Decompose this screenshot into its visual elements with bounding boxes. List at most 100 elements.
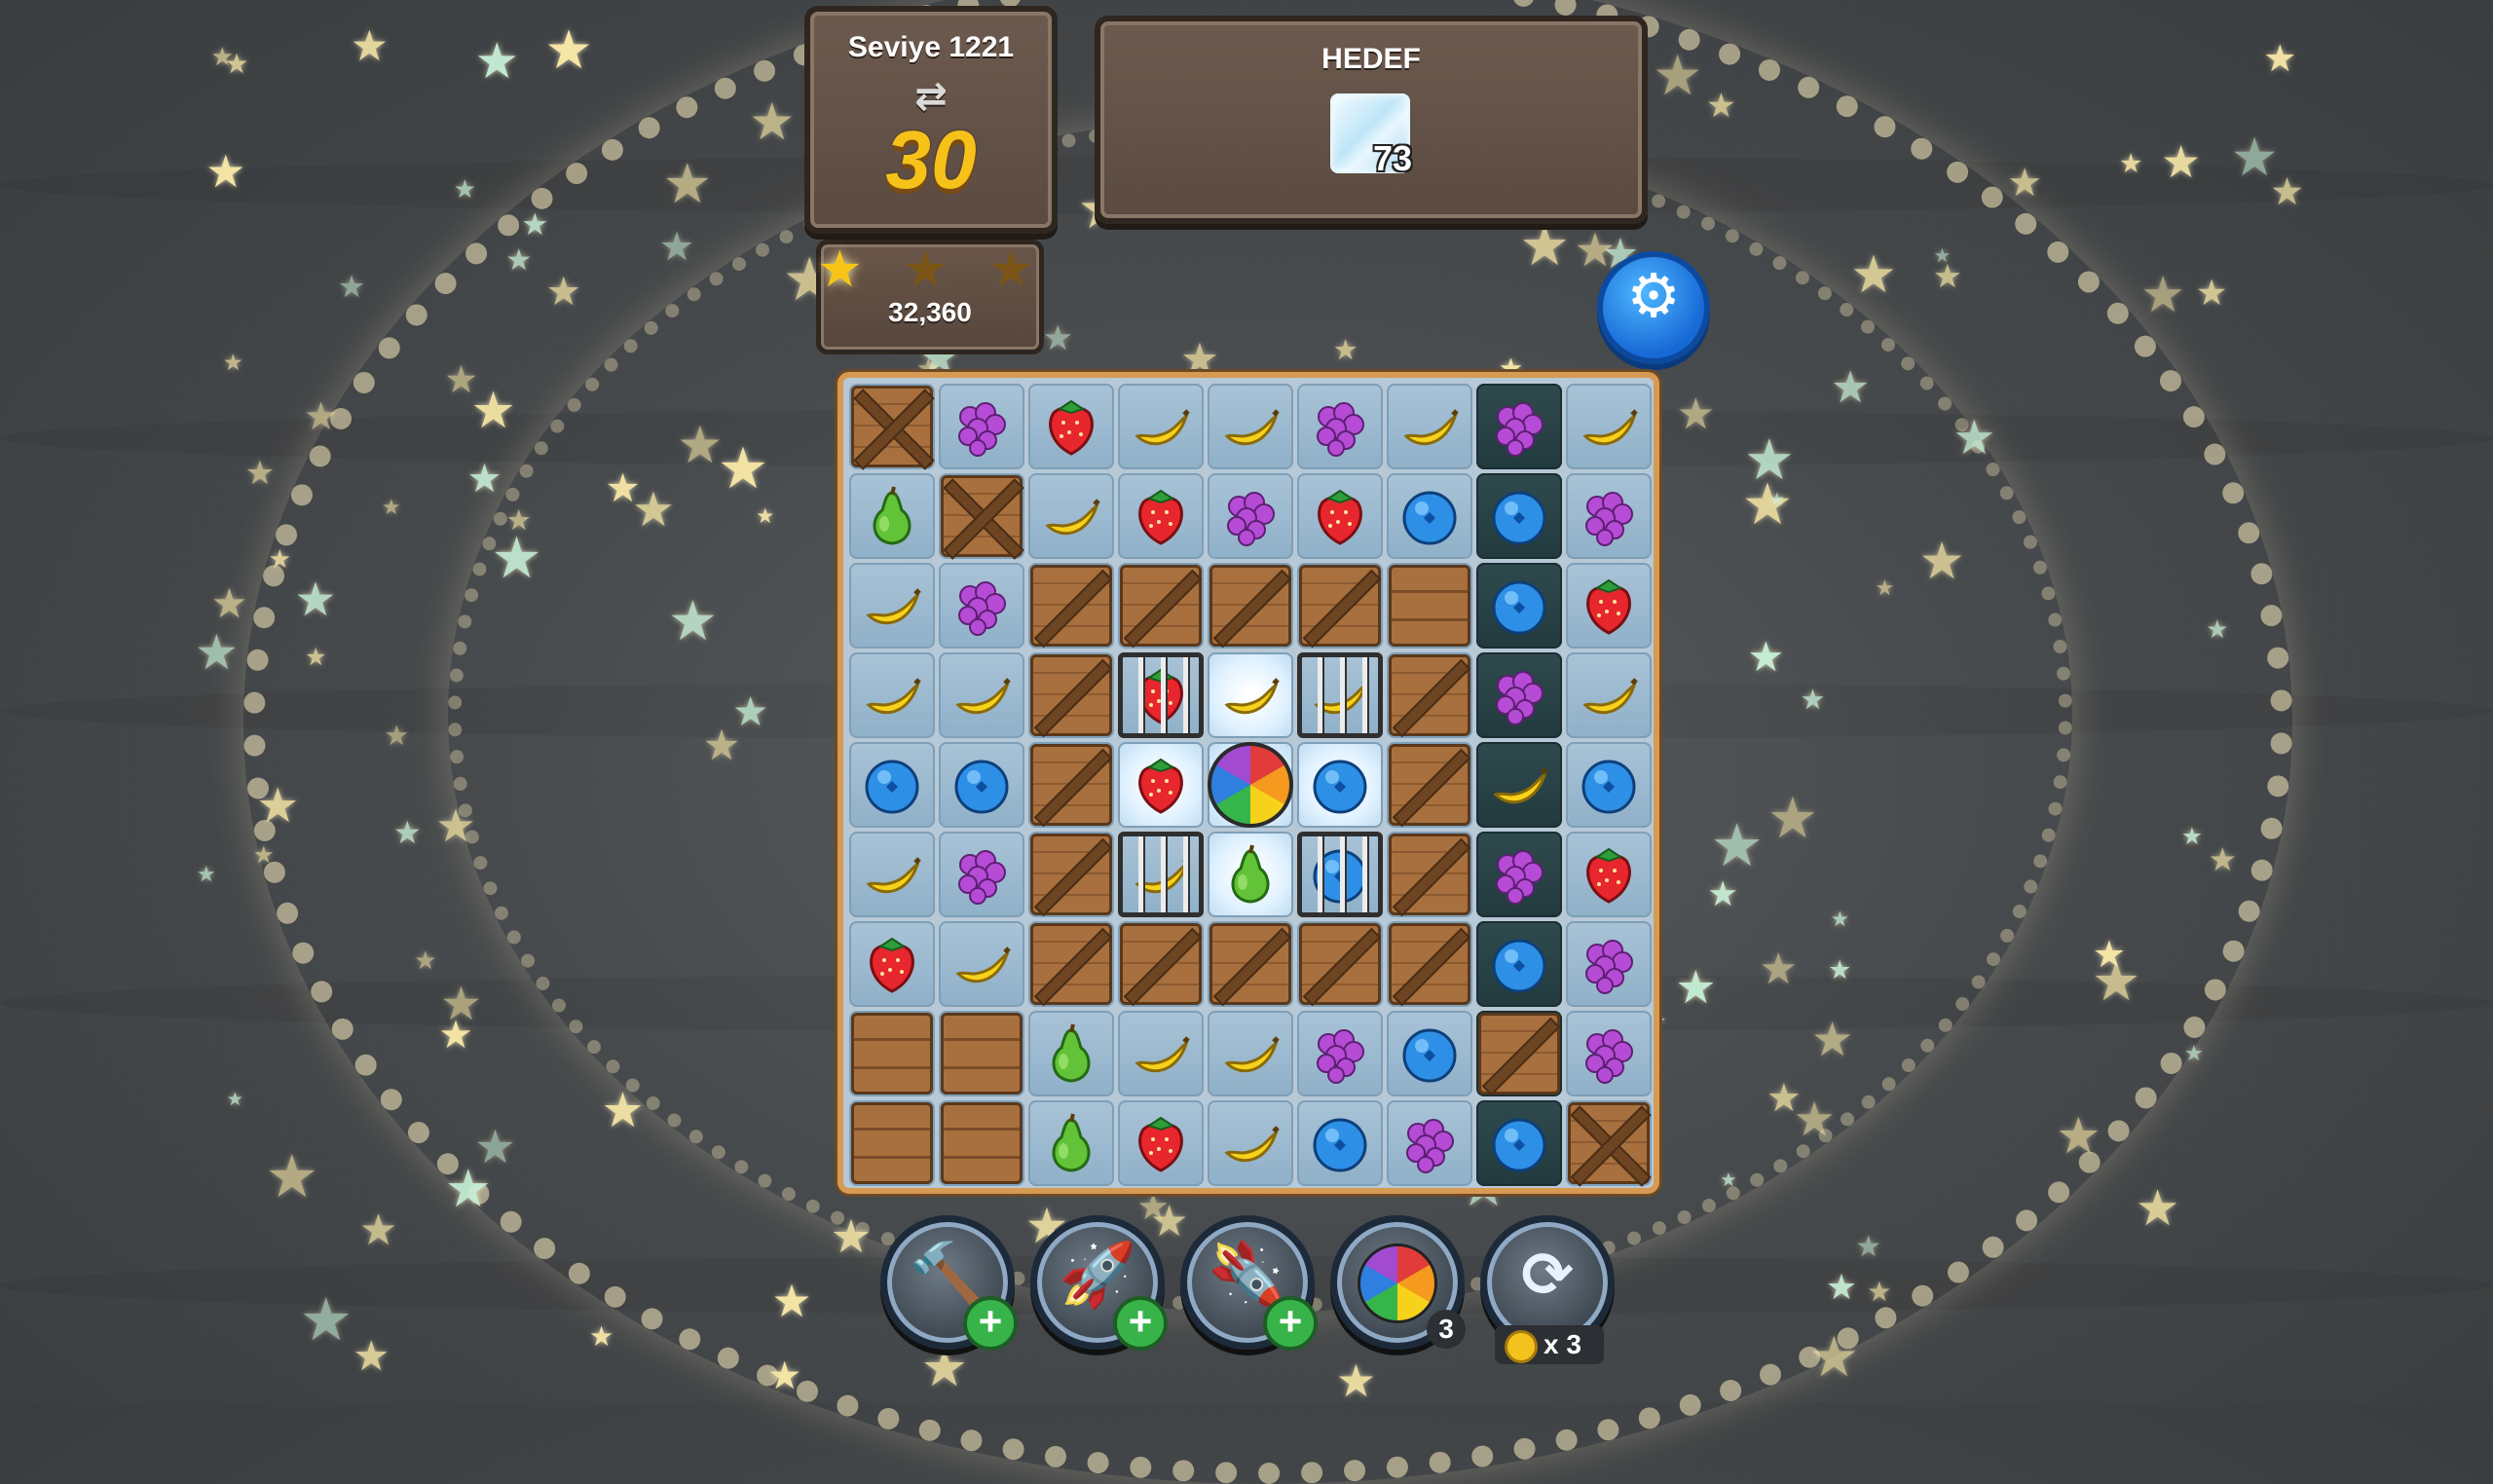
board-cell[interactable] [1208,473,1293,559]
grape-icon[interactable] [1488,664,1550,726]
board-cell[interactable] [1028,473,1114,559]
board-cell[interactable] [1476,652,1562,738]
board-cell[interactable] [939,563,1024,649]
strawberry-icon[interactable] [1578,843,1640,906]
blueberry-icon[interactable] [1488,575,1550,637]
settings-button[interactable]: ⚙ [1597,251,1710,364]
board-cell[interactable] [1476,1100,1562,1186]
blueberry-icon[interactable] [1488,485,1550,547]
board-cell[interactable] [849,832,935,917]
board-cell[interactable] [849,1100,935,1186]
board-cell[interactable] [1387,742,1472,828]
banana-icon[interactable] [1578,664,1640,726]
banana-icon[interactable] [1398,395,1461,458]
grape-icon[interactable] [1309,395,1371,458]
board-cell[interactable] [1476,1011,1562,1096]
board-cell[interactable] [849,563,935,649]
board-cell[interactable] [1476,742,1562,828]
rainbow-bomb-booster-button[interactable]: 3 [1330,1215,1466,1350]
board-cell[interactable] [849,921,935,1007]
blueberry-icon[interactable] [1488,933,1550,995]
grape-icon[interactable] [1398,1112,1461,1174]
add-booster-icon[interactable]: + [963,1296,1018,1351]
blueberry-icon[interactable] [861,754,923,816]
grape-icon[interactable] [1309,1022,1371,1085]
add-booster-icon[interactable]: + [1113,1296,1168,1351]
shuffle-booster-button[interactable]: ⟳ x 3 [1480,1215,1615,1364]
board-cell[interactable] [939,1100,1024,1186]
board-cell[interactable] [849,1011,935,1096]
board-cell[interactable] [1208,384,1293,469]
board-cell[interactable] [1566,742,1652,828]
board-cell[interactable] [1387,1100,1472,1186]
board-cell[interactable] [939,832,1024,917]
board-cell[interactable] [1387,832,1472,917]
board-cell[interactable] [1208,921,1293,1007]
board-cell[interactable] [1297,921,1383,1007]
board-cell[interactable] [1208,563,1293,649]
board-cell[interactable] [1118,652,1204,738]
banana-icon[interactable] [1488,754,1550,816]
board-cell[interactable] [1118,1100,1204,1186]
board-cell[interactable] [1387,563,1472,649]
banana-icon[interactable] [1130,395,1192,458]
strawberry-icon[interactable] [1130,1112,1192,1174]
board-cell[interactable] [1028,832,1114,917]
board-cell[interactable] [1118,742,1204,828]
banana-icon[interactable] [1219,1112,1282,1174]
pear-icon[interactable] [1040,1112,1102,1174]
blueberry-icon[interactable] [1578,754,1640,816]
banana-icon[interactable] [861,575,923,637]
grape-icon[interactable] [1578,485,1640,547]
board-cell[interactable] [1566,563,1652,649]
board-cell[interactable] [1028,563,1114,649]
banana-icon[interactable] [1040,485,1102,547]
rocket-booster-button[interactable]: 🚀 + [1030,1215,1168,1351]
board-cell[interactable] [1387,1011,1472,1096]
rainbow-bomb-icon[interactable] [1208,742,1293,828]
hammer-booster-button[interactable]: 🔨 + [880,1215,1018,1351]
board-cell[interactable] [1566,921,1652,1007]
board-cell[interactable] [1297,652,1383,738]
pear-icon[interactable] [1040,1022,1102,1085]
board-cell[interactable] [1118,832,1204,917]
board-cell[interactable] [849,652,935,738]
board-cell[interactable] [1118,563,1204,649]
board-cell[interactable] [939,384,1024,469]
blueberry-icon[interactable] [1309,754,1371,816]
board-cell[interactable] [939,652,1024,738]
board-cell[interactable] [1028,1011,1114,1096]
board-cell[interactable] [1297,384,1383,469]
board-cell[interactable] [1297,832,1383,917]
board-cell[interactable] [1208,1011,1293,1096]
banana-icon[interactable] [1130,1022,1192,1085]
board-cell[interactable] [1028,1100,1114,1186]
blueberry-icon[interactable] [1488,1112,1550,1174]
board-cell[interactable] [939,742,1024,828]
strawberry-icon[interactable] [1130,754,1192,816]
add-booster-icon[interactable]: + [1263,1296,1318,1351]
board-cell[interactable] [1297,1100,1383,1186]
board-cell[interactable] [849,473,935,559]
board-cell[interactable] [1476,921,1562,1007]
board-cell[interactable] [939,921,1024,1007]
banana-icon[interactable] [1219,395,1282,458]
board-cell[interactable] [1476,563,1562,649]
rocket-horizontal-booster-button[interactable]: 🚀 + [1180,1215,1318,1351]
board-cell[interactable] [1476,384,1562,469]
blueberry-icon[interactable] [1309,1112,1371,1174]
strawberry-icon[interactable] [1040,395,1102,458]
board-cell[interactable] [1208,832,1293,917]
board-cell[interactable] [1566,1011,1652,1096]
banana-icon[interactable] [1219,1022,1282,1085]
pear-icon[interactable] [861,485,923,547]
board-cell[interactable] [1028,742,1114,828]
board-cell[interactable] [849,742,935,828]
board-cell[interactable] [1297,563,1383,649]
grape-icon[interactable] [950,575,1013,637]
grape-icon[interactable] [950,843,1013,906]
board-cell[interactable] [1566,1100,1652,1186]
board-cell[interactable] [939,473,1024,559]
strawberry-icon[interactable] [1578,575,1640,637]
board-cell[interactable] [1028,921,1114,1007]
